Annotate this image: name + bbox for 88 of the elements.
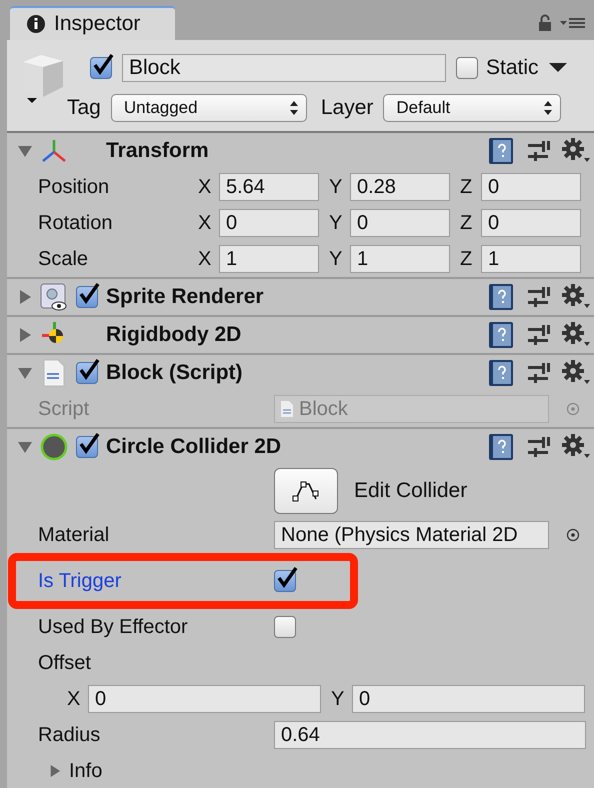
number-field[interactable]: 1 [481,245,581,273]
axis-label: Z [460,212,474,234]
number-field[interactable]: 0 [219,209,319,237]
axis-label: X [198,176,212,198]
inspector-tab[interactable]: Inspector [10,6,175,40]
number-field[interactable]: 0 [481,173,581,201]
number-field[interactable]: 0 [88,685,321,713]
axis-label: X [198,212,212,234]
settings-icon[interactable] [562,284,590,310]
number-field[interactable]: 0 [352,685,585,713]
layer-dropdown[interactable]: Default [383,94,562,122]
object-picker-icon[interactable] [566,528,580,542]
enabled-checkbox[interactable] [76,362,98,384]
menu-icon[interactable] [560,16,586,30]
number-field[interactable]: 0 [481,209,581,237]
layer-label: Layer [320,96,374,120]
number-field[interactable]: 0 [350,209,450,237]
property-label: Material [38,524,110,546]
axis-label: Y [329,212,344,234]
static-label: Static [486,56,539,80]
axis-label: Y [329,176,344,198]
help-book-icon[interactable] [488,283,514,311]
edit-collider-button[interactable] [274,468,338,514]
lock-icon[interactable] [538,14,552,32]
static-checkbox[interactable] [456,57,478,79]
number-field[interactable]: 5.64 [219,173,319,201]
sliders-icon[interactable] [528,324,550,346]
component-title[interactable]: Circle Collider 2D [106,435,488,459]
enabled-checkbox[interactable] [76,436,98,458]
axis-label: Z [460,248,474,270]
property-label: Radius [38,724,102,746]
axis-label: X [67,688,82,710]
foldout-arrow-icon[interactable] [18,366,32,380]
help-book-icon[interactable] [488,359,514,387]
help-book-icon[interactable] [488,433,514,461]
settings-icon[interactable] [562,138,590,164]
info-icon [26,14,46,34]
settings-icon[interactable] [562,434,590,460]
property-label: Is Trigger [38,570,122,592]
axes-icon [40,137,68,165]
name-field[interactable]: Block [122,54,446,82]
property-label: Offset [38,652,92,674]
checkbox[interactable] [274,570,296,592]
help-book-icon[interactable] [488,321,514,349]
tag-dropdown[interactable]: Untagged [110,94,307,122]
help-book-icon[interactable] [488,137,514,165]
axis-label: X [198,248,212,270]
axis-label: Z [460,176,474,198]
component-title[interactable]: Transform [106,139,488,163]
component-title[interactable]: Rigidbody 2D [106,323,488,347]
sliders-icon[interactable] [528,362,550,384]
foldout-arrow-icon[interactable] [18,290,32,304]
foldout-arrow-icon[interactable] [49,765,61,777]
foldout-arrow-icon[interactable] [18,440,32,454]
component-title[interactable]: Block (Script) [106,361,488,385]
settings-icon[interactable] [562,360,590,386]
sliders-icon[interactable] [528,286,550,308]
number-field[interactable]: 1 [350,245,450,273]
checkbox[interactable] [274,616,296,638]
foldout-label[interactable]: Info [69,760,102,782]
number-field[interactable]: 0.64 [274,721,586,749]
dropdown-arrow-icon[interactable] [548,63,567,73]
tag-label: Tag [67,96,101,120]
sprite-eye-icon [40,283,68,311]
circle-collider-icon [40,433,68,461]
active-checkbox[interactable] [90,57,112,79]
axis-label: Y [331,688,346,710]
settings-icon[interactable] [562,322,590,348]
sliders-icon[interactable] [528,436,550,458]
updown-arrows-icon [290,101,298,115]
component-title[interactable]: Sprite Renderer [106,285,488,309]
sliders-icon[interactable] [528,140,550,162]
foldout-arrow-icon[interactable] [18,144,32,158]
property-label: Scale [38,248,90,270]
updown-arrows-icon [544,101,552,115]
object-field[interactable]: None (Physics Material 2D [274,521,549,549]
property-label: Script [38,398,90,420]
axis-label: Y [329,248,344,270]
edit-collider-label: Edit Collider [354,479,468,503]
polygon-points-icon [291,479,321,503]
property-label: Used By Effector [38,616,189,638]
property-label: Position [38,176,110,198]
number-field[interactable]: 0.28 [350,173,450,201]
enabled-checkbox[interactable] [76,286,98,308]
number-field[interactable]: 1 [219,245,319,273]
foldout-arrow-icon[interactable] [18,328,32,342]
property-label: Rotation [38,212,114,234]
script-file-icon [281,401,293,417]
